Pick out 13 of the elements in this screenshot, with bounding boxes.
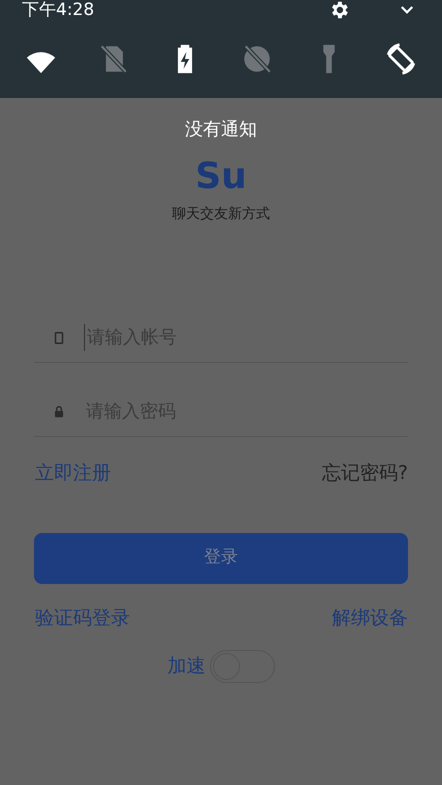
lock-icon xyxy=(52,404,66,419)
register-link[interactable]: 立即注册 xyxy=(35,459,111,488)
phone-icon xyxy=(52,330,66,345)
tagline: 聊天交友新方式 xyxy=(172,206,270,222)
speedup-label: 加速 xyxy=(168,654,206,680)
status-time: 下午4:28 xyxy=(22,2,94,18)
notice-text: 没有通知 xyxy=(185,119,257,140)
login-button[interactable]: 登录 xyxy=(34,532,408,584)
unbind-device-link[interactable]: 解绑设备 xyxy=(332,604,408,632)
sms-login-link[interactable]: 验证码登录 xyxy=(35,604,130,632)
forgot-password-link[interactable]: 忘记密码? xyxy=(322,459,408,488)
app-logo: Su xyxy=(195,156,247,197)
screen-rotation-icon[interactable] xyxy=(384,42,418,76)
